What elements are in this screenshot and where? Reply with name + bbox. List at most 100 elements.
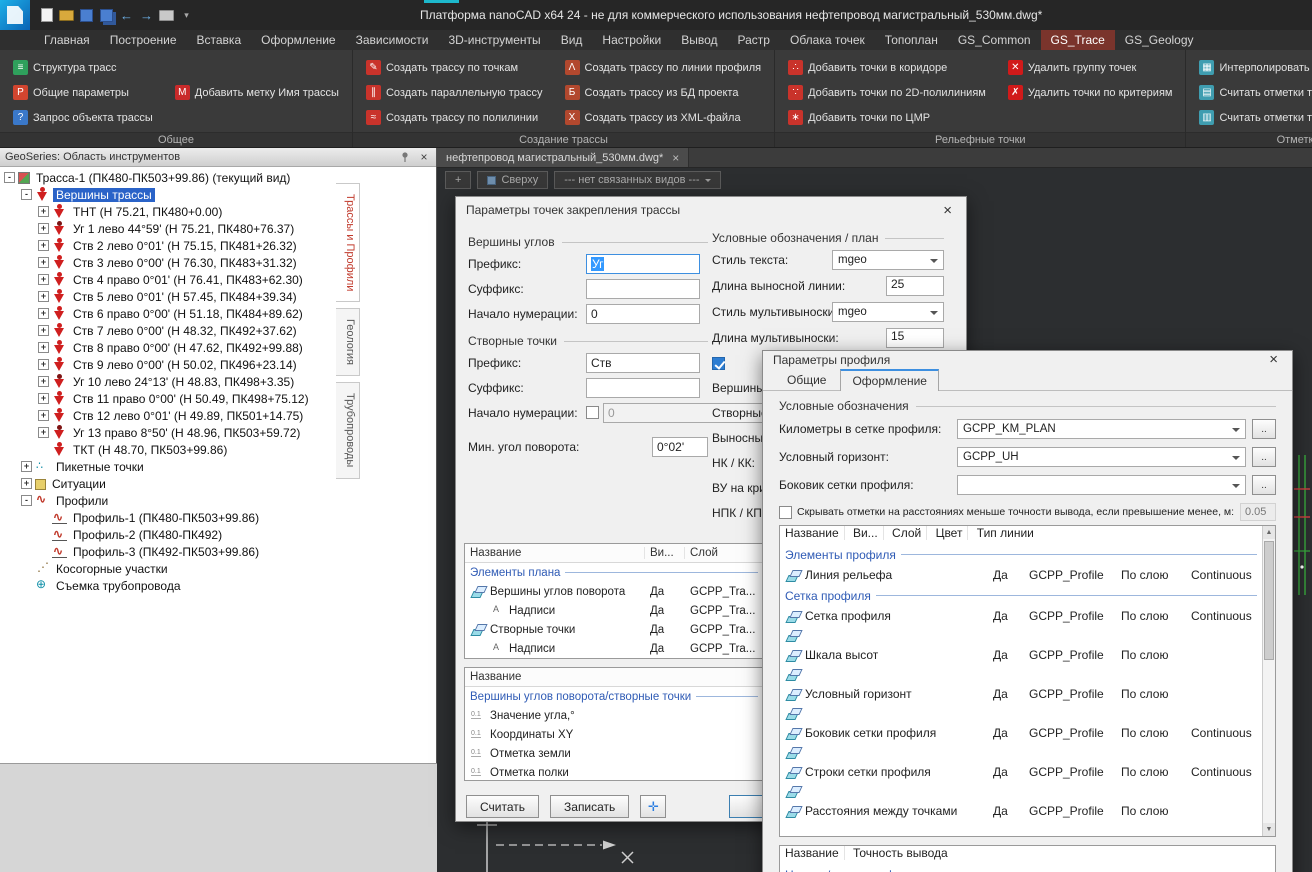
table-row[interactable]: Элементы плана <box>465 563 763 582</box>
ribbon-button[interactable]: ≡ Структура трасс <box>10 59 156 76</box>
tree-expander-icon[interactable]: + <box>38 291 49 302</box>
undo-icon[interactable] <box>118 7 135 24</box>
tree-expander-icon[interactable]: - <box>4 172 15 183</box>
pick-point-button[interactable]: ✛ <box>640 795 666 818</box>
ribbon-button[interactable]: ∴ Добавить точки в коридоре <box>785 59 989 76</box>
tree-item[interactable]: Профиль-3 (ПК492-ПК503+99.86) <box>0 543 336 560</box>
ribbon-button[interactable]: ✎ Создать трассу по точкам <box>363 59 546 76</box>
style-select[interactable]: mgeo <box>832 302 944 322</box>
tree-item[interactable]: + Ств 2 лево 0°01' (Н 75.15, ПК481+26.32… <box>0 237 336 254</box>
table-row[interactable] <box>780 706 1262 721</box>
close-icon[interactable]: × <box>417 150 431 164</box>
tool-panel-header[interactable]: GeoSeries: Область инструментов × <box>0 148 436 167</box>
table-row[interactable]: Сетка профиля Да GCPP_Profile По слою Co… <box>780 604 1262 628</box>
ribbon-tab[interactable]: Вставка <box>187 30 252 50</box>
ribbon-tab[interactable]: Главная <box>34 30 100 50</box>
ribbon-button[interactable]: ✕ Удалить группу точек <box>1005 59 1176 76</box>
ribbon-button[interactable]: ∥ Создать параллельную трассу <box>363 84 546 101</box>
panel-vertical-tab[interactable]: Трубопроводы <box>336 382 360 478</box>
ribbon-button[interactable]: ∗ Добавить точки по ЦМР <box>785 109 989 126</box>
tree-item[interactable]: + Ств 8 право 0°00' (Н 47.62, ПК492+99.8… <box>0 339 336 356</box>
style-select[interactable]: mgeo <box>832 250 944 270</box>
tree-item[interactable]: Съемка трубопровода <box>0 577 336 594</box>
tree-expander-icon[interactable]: + <box>38 393 49 404</box>
ribbon-button[interactable]: ▤ Считать отметки точек с ЦМР <box>1196 84 1312 101</box>
tree-expander-icon[interactable]: + <box>38 308 49 319</box>
tree-item[interactable]: + Ств 6 право 0°00' (Н 51.18, ПК484+89.6… <box>0 305 336 322</box>
tree-item[interactable]: Профиль-2 (ПК480-ПК492) <box>0 526 336 543</box>
vertex-suffix-input[interactable] <box>586 279 700 299</box>
tree-item[interactable]: + Уг 10 лево 24°13' (Н 48.83, ПК498+3.35… <box>0 373 336 390</box>
scroll-up-icon[interactable]: ▲ <box>1263 526 1275 539</box>
table-row[interactable]: Условный горизонт Да GCPP_Profile По сло… <box>780 682 1262 706</box>
table-row[interactable]: Отметка земли <box>465 744 763 763</box>
tree-expander-icon[interactable]: + <box>38 274 49 285</box>
save-icon[interactable] <box>78 7 95 24</box>
redo-icon[interactable] <box>138 7 155 24</box>
tree-item[interactable]: + ТНТ (Н 75.21, ПК480+0.00) <box>0 203 336 220</box>
tree-expander-icon[interactable]: + <box>21 461 32 472</box>
table-row[interactable]: Координаты XY <box>465 725 763 744</box>
ribbon-tab[interactable]: Зависимости <box>346 30 439 50</box>
table-row[interactable]: Значение угла,° <box>465 706 763 725</box>
ribbon-tab[interactable]: Оформление <box>251 30 345 50</box>
hide-elevations-checkbox[interactable] <box>779 506 792 519</box>
write-button[interactable]: Записать <box>550 795 629 818</box>
ribbon-tab[interactable]: GS_Common <box>948 30 1041 50</box>
table-row[interactable]: Вершины углов поворота Да GCPP_Tra... <box>465 582 763 601</box>
tree-item[interactable]: + Ситуации <box>0 475 336 492</box>
table-row[interactable]: Сетка профиля <box>780 587 1262 604</box>
table-row[interactable]: Строки сетки профиля Да GCPP_Profile По … <box>780 760 1262 784</box>
scrollbar-thumb[interactable] <box>1264 541 1274 660</box>
linked-views-dropdown[interactable]: --- нет связанных видов --- <box>554 171 720 189</box>
table-row[interactable]: Надписи Да GCPP_Tra... <box>465 639 763 658</box>
dialog-title-bar[interactable]: Параметры профиля × <box>763 351 1292 368</box>
save-all-icon[interactable] <box>98 7 115 24</box>
tree-expander-icon[interactable]: + <box>38 206 49 217</box>
close-icon[interactable]: × <box>672 151 679 165</box>
table-row[interactable]: Элементы профиля <box>780 546 1262 563</box>
table-row[interactable] <box>780 784 1262 799</box>
table-row[interactable]: Линия рельефа Да GCPP_Profile По слою Co… <box>780 563 1262 587</box>
alignment-numbering-checkbox[interactable] <box>586 406 599 419</box>
tolerance-value[interactable]: 0.05 <box>1240 503 1276 521</box>
browse-button[interactable]: .. <box>1252 419 1276 439</box>
table-row[interactable] <box>780 628 1262 643</box>
tree-item[interactable]: + Уг 13 право 8°50' (Н 48.96, ПК503+59.7… <box>0 424 336 441</box>
ribbon-tab[interactable]: GS_Trace <box>1041 30 1115 50</box>
layer-select[interactable]: GCPP_KM_PLAN <box>957 419 1246 439</box>
tree-item[interactable]: Косогорные участки <box>0 560 336 577</box>
tree-item[interactable]: + Пикетные точки <box>0 458 336 475</box>
print-icon[interactable] <box>158 7 175 24</box>
ribbon-button[interactable]: ▥ Считать отметки точек с ЦМР авто <box>1196 109 1312 126</box>
app-logo[interactable] <box>0 0 30 30</box>
plan-symbols-checkbox[interactable] <box>712 357 725 370</box>
ribbon-tab[interactable]: Топоплан <box>875 30 948 50</box>
dialog-tab[interactable]: Общие <box>775 369 838 390</box>
tree-expander-icon[interactable]: + <box>38 342 49 353</box>
ribbon-button[interactable]: ▦ Интерполировать отметки точек <box>1196 59 1312 76</box>
table-scrollbar[interactable]: ▲ ▼ <box>1262 526 1275 836</box>
browse-button[interactable]: .. <box>1252 447 1276 467</box>
ribbon-button[interactable]: ✗ Удалить точки по критериям <box>1005 84 1176 101</box>
min-turn-angle-input[interactable] <box>652 437 708 457</box>
new-file-icon[interactable] <box>38 7 55 24</box>
table-row[interactable] <box>780 745 1262 760</box>
tree-item[interactable]: + Ств 11 право 0°00' (Н 50.49, ПК498+75.… <box>0 390 336 407</box>
table-row[interactable]: Створные точки Да GCPP_Tra... <box>465 620 763 639</box>
tree-expander-icon[interactable]: + <box>21 478 32 489</box>
tree-expander-icon[interactable]: + <box>38 427 49 438</box>
table-row[interactable]: Боковик сетки профиля Да GCPP_Profile По… <box>780 721 1262 745</box>
ribbon-tab[interactable]: GS_Geology <box>1115 30 1204 50</box>
tree-expander-icon[interactable]: + <box>38 223 49 234</box>
read-button[interactable]: Считать <box>466 795 539 818</box>
length-input[interactable]: 15 <box>886 328 944 348</box>
table-row[interactable]: Расстояния между точками Да GCPP_Profile… <box>780 799 1262 823</box>
tree-expander-icon[interactable]: + <box>38 257 49 268</box>
scroll-down-icon[interactable]: ▼ <box>1263 823 1275 836</box>
ribbon-button[interactable]: Р Общие параметры <box>10 84 156 101</box>
dialog-tab[interactable]: Оформление <box>840 369 938 391</box>
tree-item[interactable]: + Ств 4 право 0°01' (Н 76.41, ПК483+62.3… <box>0 271 336 288</box>
alignment-suffix-input[interactable] <box>586 378 700 398</box>
panel-vertical-tab[interactable]: Трассы и Профили <box>336 183 360 302</box>
